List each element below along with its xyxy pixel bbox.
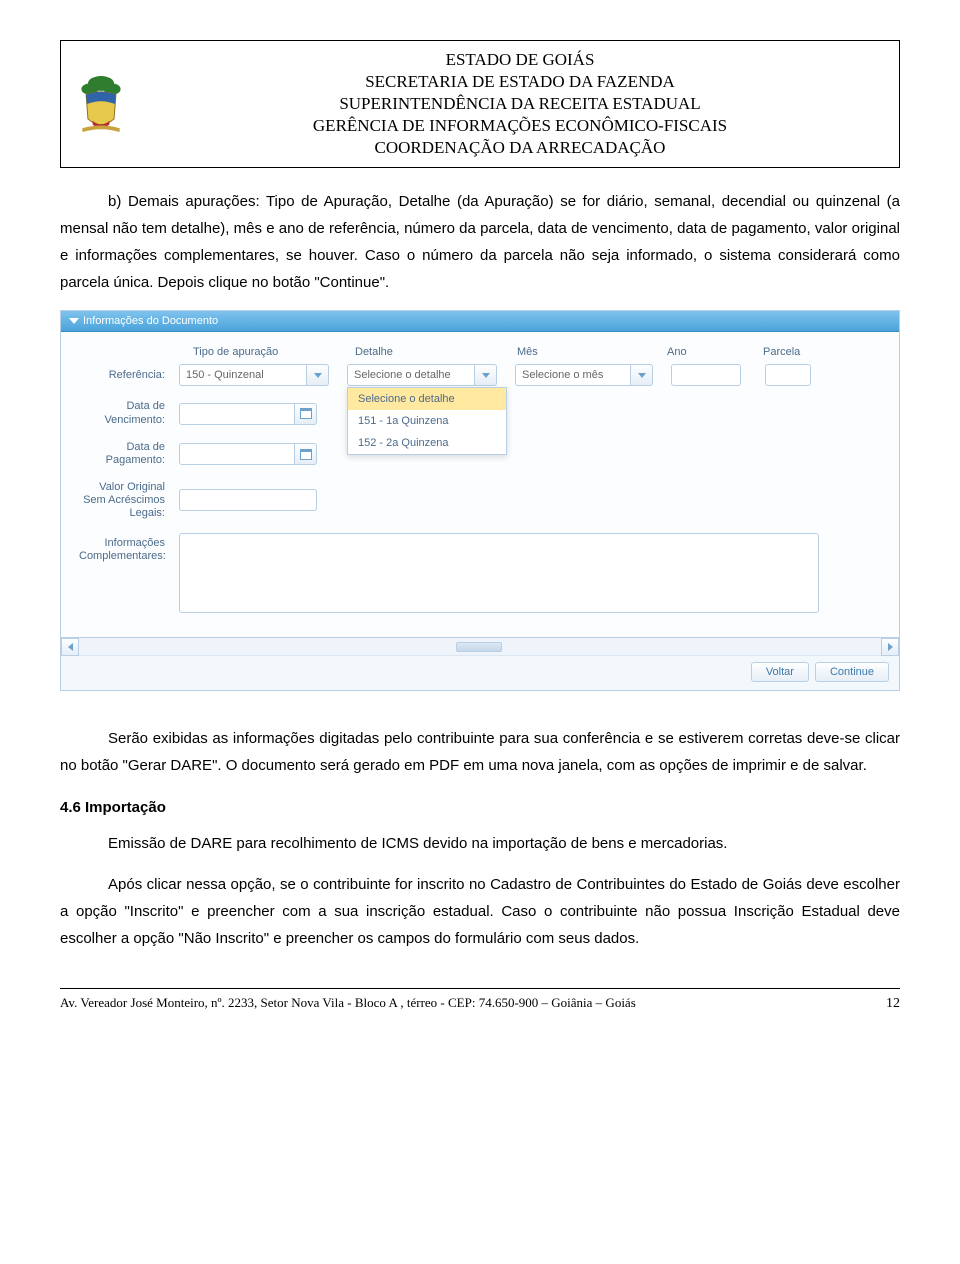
mes-input: Selecione o mês bbox=[515, 364, 631, 386]
letterhead-line: GERÊNCIA DE INFORMAÇÕES ECONÔMICO-FISCAI… bbox=[151, 115, 889, 137]
state-crest-logo bbox=[71, 64, 131, 144]
body-paragraph: Emissão de DARE para recolhimento de ICM… bbox=[60, 830, 900, 857]
parcela-input[interactable] bbox=[765, 364, 811, 386]
label-referencia: Referência: bbox=[79, 369, 179, 382]
label-data-vencimento: Data de Vencimento: bbox=[79, 400, 179, 426]
data-pagamento-input bbox=[179, 443, 295, 465]
chevron-down-icon[interactable] bbox=[475, 364, 497, 386]
letterhead-line: SECRETARIA DE ESTADO DA FAZENDA bbox=[151, 71, 889, 93]
scroll-thumb[interactable] bbox=[456, 642, 502, 652]
detalhe-combo[interactable]: Selecione o detalhe Selecione o detalhe … bbox=[347, 364, 497, 386]
col-mes: Mês bbox=[517, 346, 667, 358]
letterhead-line: COORDENAÇÃO DA ARRECADAÇÃO bbox=[151, 137, 889, 159]
tipo-apuracao-combo[interactable]: 150 - Quinzenal bbox=[179, 364, 329, 386]
body-paragraph: Serão exibidas as informações digitadas … bbox=[60, 725, 900, 779]
horizontal-scrollbar[interactable] bbox=[61, 637, 899, 655]
data-vencimento-input bbox=[179, 403, 295, 425]
letterhead-box: ESTADO DE GOIÁS SECRETARIA DE ESTADO DA … bbox=[60, 40, 900, 168]
scroll-left-button[interactable] bbox=[61, 638, 79, 656]
form-footer: Voltar Continue bbox=[61, 655, 899, 690]
continue-button[interactable]: Continue bbox=[815, 662, 889, 682]
col-detalhe: Detalhe bbox=[355, 346, 517, 358]
dropdown-item[interactable]: 152 - 2a Quinzena bbox=[348, 432, 506, 454]
letterhead-text: ESTADO DE GOIÁS SECRETARIA DE ESTADO DA … bbox=[151, 49, 889, 159]
footer-address: Av. Vereador José Monteiro, nº. 2233, Se… bbox=[60, 995, 636, 1011]
dropdown-item[interactable]: Selecione o detalhe bbox=[348, 388, 506, 410]
col-ano: Ano bbox=[667, 346, 763, 358]
form-info-document: Informações do Documento Tipo de apuraçã… bbox=[60, 310, 900, 691]
letterhead-line: ESTADO DE GOIÁS bbox=[151, 49, 889, 71]
scroll-track[interactable] bbox=[83, 644, 877, 650]
page-footer: Av. Vereador José Monteiro, nº. 2233, Se… bbox=[60, 988, 900, 1012]
section-heading: 4.6 Importação bbox=[60, 799, 900, 816]
label-data-pagamento: Data de Pagamento: bbox=[79, 441, 179, 467]
letterhead-line: SUPERINTENDÊNCIA DA RECEITA ESTADUAL bbox=[151, 93, 889, 115]
chevron-down-icon[interactable] bbox=[307, 364, 329, 386]
column-headers: Tipo de apuração Detalhe Mês Ano Parcela bbox=[193, 346, 881, 358]
body-paragraph: b) Demais apurações: Tipo de Apuração, D… bbox=[60, 188, 900, 296]
detalhe-dropdown: Selecione o detalhe 151 - 1a Quinzena 15… bbox=[347, 387, 507, 455]
row-info-complementares: Informações Complementares: bbox=[79, 533, 881, 613]
panel-body: Tipo de apuração Detalhe Mês Ano Parcela… bbox=[61, 332, 899, 637]
detalhe-input: Selecione o detalhe bbox=[347, 364, 475, 386]
dropdown-item[interactable]: 151 - 1a Quinzena bbox=[348, 410, 506, 432]
col-tipo: Tipo de apuração bbox=[193, 346, 355, 358]
data-vencimento-field[interactable] bbox=[179, 403, 317, 425]
mes-combo[interactable]: Selecione o mês bbox=[515, 364, 653, 386]
collapse-icon bbox=[69, 318, 79, 324]
ano-input[interactable] bbox=[671, 364, 741, 386]
label-info-complementares: Informações Complementares: bbox=[79, 533, 179, 563]
scroll-right-button[interactable] bbox=[881, 638, 899, 656]
voltar-button[interactable]: Voltar bbox=[751, 662, 809, 682]
tipo-apuracao-input: 150 - Quinzenal bbox=[179, 364, 307, 386]
label-valor: Valor Original Sem Acréscimos Legais: bbox=[79, 481, 179, 519]
col-parcela: Parcela bbox=[763, 346, 823, 358]
row-referencia: Referência: 150 - Quinzenal Selecione o … bbox=[79, 364, 881, 386]
info-complementares-textarea[interactable] bbox=[179, 533, 819, 613]
page-number: 12 bbox=[886, 996, 900, 1012]
panel-title: Informações do Documento bbox=[83, 315, 218, 327]
calendar-icon[interactable] bbox=[295, 443, 317, 465]
panel-header[interactable]: Informações do Documento bbox=[61, 311, 899, 332]
data-pagamento-field[interactable] bbox=[179, 443, 317, 465]
valor-input[interactable] bbox=[179, 489, 317, 511]
row-valor: Valor Original Sem Acréscimos Legais: bbox=[79, 481, 881, 519]
chevron-down-icon[interactable] bbox=[631, 364, 653, 386]
body-paragraph: Após clicar nessa opção, se o contribuin… bbox=[60, 871, 900, 952]
calendar-icon[interactable] bbox=[295, 403, 317, 425]
